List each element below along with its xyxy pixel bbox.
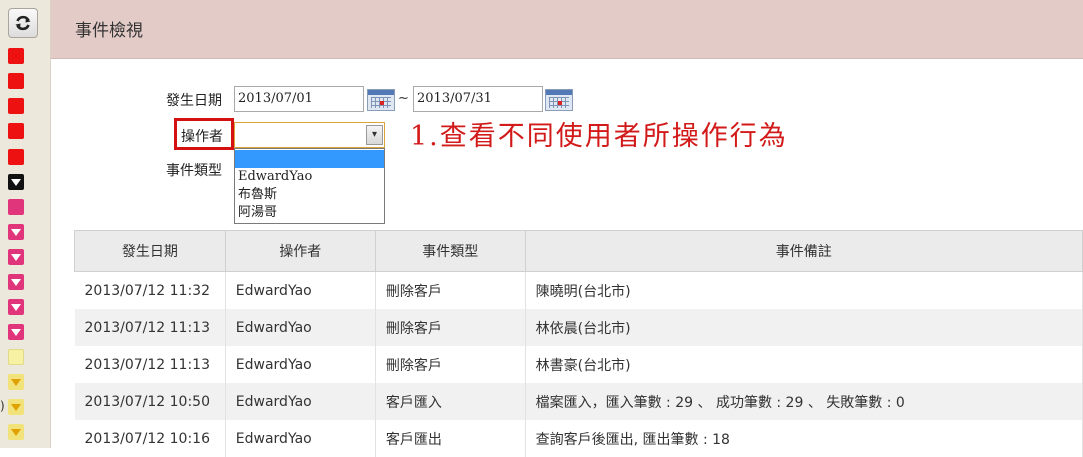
status-marker-pink[interactable]	[8, 224, 24, 240]
status-marker-yellow[interactable]	[8, 424, 24, 440]
table-cell: 刪除客戶	[375, 346, 526, 383]
down-arrow-icon	[11, 379, 21, 386]
table-cell: EdwardYao	[225, 271, 376, 309]
down-arrow-icon	[11, 179, 21, 186]
down-arrow-icon	[11, 279, 21, 286]
status-marker-pink[interactable]	[8, 324, 24, 340]
chevron-down-icon[interactable]: ▾	[366, 125, 383, 145]
status-marker-black[interactable]	[8, 174, 24, 190]
refresh-button[interactable]	[8, 8, 38, 38]
sidebar-paren: )	[0, 399, 5, 413]
table-cell: 2013/07/12 10:16	[74, 420, 226, 457]
table-cell: 檔案匯入，匯入筆數 : 29 、 成功筆數 : 29 、 失敗筆數 : 0	[525, 383, 1083, 420]
down-arrow-icon	[11, 429, 21, 436]
column-header[interactable]: 操作者	[224, 230, 376, 272]
table-cell: 2013/07/12 11:13	[74, 309, 226, 346]
left-sidebar: )	[0, 0, 51, 448]
page-header: 事件檢視	[51, 0, 1083, 59]
table-row[interactable]: 2013/07/12 11:13 EdwardYao 刪除客戶 林依晨(台北市)	[74, 309, 1083, 346]
status-marker-pink[interactable]	[8, 199, 24, 215]
date-to-field[interactable]: 2013/07/31	[413, 86, 543, 112]
table-cell: 2013/07/12 11:32	[74, 271, 226, 309]
table-cell: 2013/07/12 11:13	[74, 346, 226, 383]
calendar-icon[interactable]	[545, 89, 573, 111]
table-cell: EdwardYao	[225, 420, 376, 457]
table-cell: 刪除客戶	[375, 309, 526, 346]
table-cell: 2013/07/12 10:50	[74, 383, 226, 420]
status-marker-yellow[interactable]	[8, 399, 24, 415]
table-cell: EdwardYao	[225, 383, 376, 420]
down-arrow-icon	[11, 254, 21, 261]
table-cell: 客戶匯入	[375, 383, 526, 420]
column-header[interactable]: 事件備註	[524, 230, 1083, 272]
table-cell: 刪除客戶	[375, 271, 526, 309]
dropdown-option[interactable]: 布魯斯	[235, 186, 384, 204]
status-marker-red[interactable]	[8, 123, 24, 139]
table-row[interactable]: 2013/07/12 10:50 EdwardYao 客戶匯入 檔案匯入，匯入筆…	[74, 383, 1083, 420]
table-row[interactable]: 2013/07/12 11:13 EdwardYao 刪除客戶 林書豪(台北市)	[74, 346, 1083, 383]
table-cell: EdwardYao	[225, 346, 376, 383]
annotation-text: 1.查看不同使用者所操作行為	[410, 121, 788, 152]
down-arrow-icon	[11, 304, 21, 311]
column-header[interactable]: 發生日期	[74, 230, 226, 272]
status-marker-red[interactable]	[8, 149, 24, 165]
table-cell: 陳曉明(台北市)	[525, 271, 1083, 309]
table-cell: EdwardYao	[225, 309, 376, 346]
page-title: 事件檢視	[75, 21, 143, 41]
down-arrow-icon	[11, 404, 21, 411]
status-marker-yellow[interactable]	[8, 374, 24, 390]
table-header-row: 發生日期 操作者 事件類型 事件備註	[74, 230, 1083, 272]
events-table: 發生日期 操作者 事件類型 事件備註 2013/07/12 11:32 Edwa…	[74, 230, 1083, 457]
status-marker-red[interactable]	[8, 48, 24, 64]
calendar-icon[interactable]	[367, 89, 395, 111]
operator-select[interactable]: ▾	[234, 122, 385, 148]
date-separator: ~	[398, 91, 409, 106]
refresh-icon	[15, 15, 31, 31]
status-marker-yellow[interactable]	[8, 349, 24, 365]
column-header[interactable]: 事件類型	[374, 230, 526, 272]
event-type-label: 事件類型	[166, 163, 222, 179]
status-marker-pink[interactable]	[8, 274, 24, 290]
down-arrow-icon	[11, 329, 21, 336]
table-cell: 查詢客戶後匯出, 匯出筆數 : 18	[525, 420, 1083, 457]
dropdown-option[interactable]	[235, 150, 384, 168]
table-row[interactable]: 2013/07/12 10:16 EdwardYao 客戶匯出 查詢客戶後匯出,…	[74, 420, 1083, 457]
highlight-box	[174, 118, 234, 150]
table-cell: 林書豪(台北市)	[525, 346, 1083, 383]
status-marker-red[interactable]	[8, 73, 24, 89]
table-cell: 客戶匯出	[375, 420, 526, 457]
dropdown-option[interactable]: 阿湯哥	[235, 204, 384, 222]
date-from-field[interactable]: 2013/07/01	[234, 86, 364, 112]
date-label: 發生日期	[166, 93, 222, 109]
status-marker-pink[interactable]	[8, 299, 24, 315]
status-marker-pink[interactable]	[8, 249, 24, 265]
down-arrow-icon	[11, 229, 21, 236]
table-row[interactable]: 2013/07/12 11:32 EdwardYao 刪除客戶 陳曉明(台北市)	[74, 271, 1083, 309]
dropdown-option[interactable]: EdwardYao	[235, 168, 384, 186]
table-cell: 林依晨(台北市)	[525, 309, 1083, 346]
operator-selected-value	[235, 127, 238, 142]
operator-dropdown[interactable]: EdwardYao 布魯斯 阿湯哥	[234, 148, 385, 224]
status-marker-red[interactable]	[8, 98, 24, 114]
